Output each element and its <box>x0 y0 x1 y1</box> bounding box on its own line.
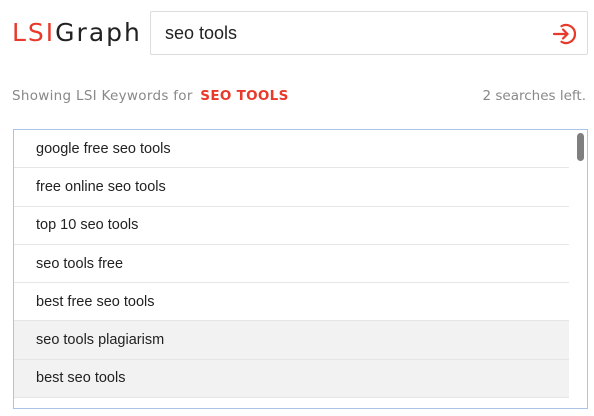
showing-prefix: Showing LSI Keywords for <box>12 88 193 104</box>
search-input[interactable] <box>165 12 535 54</box>
sign-in-arrow-icon <box>552 23 576 45</box>
search-submit-button[interactable] <box>551 21 577 47</box>
keyword-results-list[interactable]: google free seo tools free online seo to… <box>13 129 588 409</box>
logo-graph-text: Graph <box>55 18 142 47</box>
logo-lsi-text: LSI <box>12 18 56 47</box>
scrollbar-thumb[interactable] <box>577 133 584 161</box>
result-item[interactable]: google free seo tools <box>14 130 569 169</box>
search-box <box>150 11 588 55</box>
lsigraph-logo[interactable]: LSIGraph <box>12 18 142 48</box>
result-item[interactable]: free online seo tools <box>14 168 569 207</box>
result-item[interactable]: top 10 seo tools <box>14 207 569 245</box>
result-item[interactable]: best seo tools <box>14 359 569 399</box>
searches-left: 2 searches left. <box>482 88 586 104</box>
result-item[interactable]: seo tools free <box>14 245 569 284</box>
results-scrollbar[interactable] <box>573 130 587 408</box>
searched-keyword: seo tools <box>200 88 289 104</box>
showing-label: Showing LSI Keywords for seo tools <box>12 88 289 104</box>
result-item[interactable]: seo tools plagiarism <box>14 321 569 360</box>
result-item[interactable]: best free seo tools <box>14 283 569 322</box>
